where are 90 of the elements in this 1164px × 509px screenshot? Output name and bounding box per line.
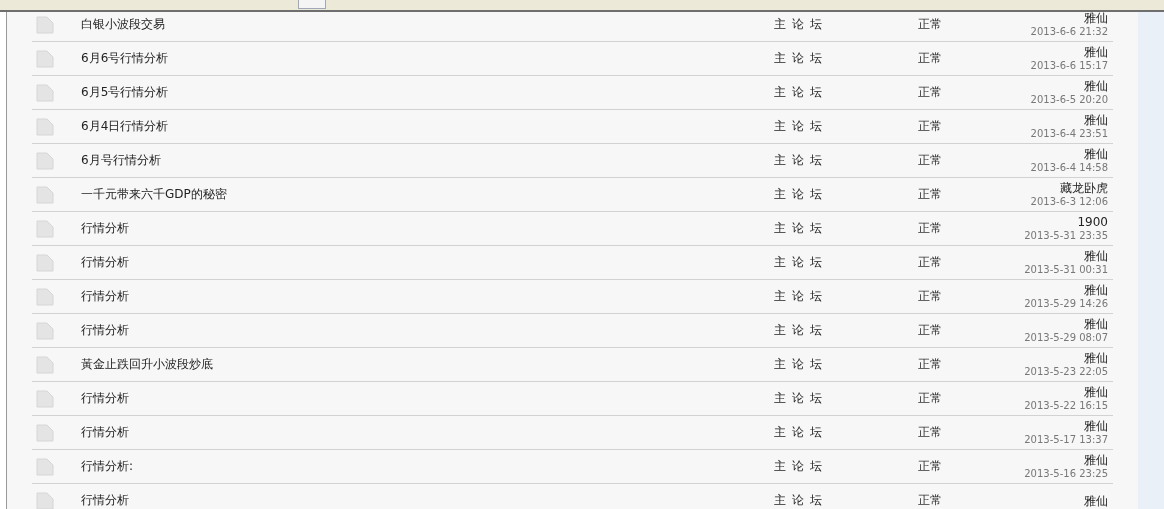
thread-status: 正常 (918, 254, 943, 271)
thread-title-link[interactable]: 行情分析: (81, 458, 774, 475)
document-icon (36, 185, 54, 204)
post-time: 2013-6-5 20:20 (1030, 93, 1108, 106)
author-name: 雅仙 (1084, 249, 1108, 263)
thread-title-link[interactable]: 行情分析 (81, 322, 774, 339)
post-time: 2013-5-17 13:37 (1024, 433, 1108, 446)
thread-status: 正常 (918, 152, 943, 169)
author-name: 1900 (1077, 215, 1108, 229)
document-icon (36, 151, 54, 170)
document-icon (36, 457, 54, 476)
thread-title-link[interactable]: 行情分析 (81, 424, 774, 441)
browser-tab[interactable] (298, 0, 326, 9)
document-icon (36, 253, 54, 272)
forum-name: 主 论 坛 (774, 118, 823, 135)
thread-status: 正常 (918, 186, 943, 203)
thread-status: 正常 (918, 322, 943, 339)
author-name: 藏龙卧虎 (1060, 181, 1108, 195)
document-icon (36, 287, 54, 306)
forum-name: 主 论 坛 (774, 16, 823, 33)
author-name: 雅仙 (1084, 317, 1108, 331)
author-name: 雅仙 (1084, 147, 1108, 161)
author-name: 雅仙 (1084, 453, 1108, 467)
thread-status: 正常 (918, 118, 943, 135)
post-time: 2013-5-16 23:25 (1024, 467, 1108, 480)
post-time: 2013-5-29 14:26 (1024, 297, 1108, 310)
post-time: 2013-6-6 21:32 (1030, 25, 1108, 38)
document-icon (36, 389, 54, 408)
thread-status: 正常 (918, 390, 943, 407)
post-time: 2013-5-22 16:15 (1024, 399, 1108, 412)
document-icon (36, 491, 54, 509)
post-time: 2013-6-4 14:58 (1030, 161, 1108, 174)
document-icon (36, 423, 54, 442)
document-icon (36, 83, 54, 102)
post-time: 2013-5-23 22:05 (1024, 365, 1108, 378)
forum-name: 主 论 坛 (774, 152, 823, 169)
thread-status: 正常 (918, 220, 943, 237)
document-icon (36, 49, 54, 68)
author-name: 雅仙 (1084, 12, 1108, 25)
document-icon (36, 355, 54, 374)
thread-title-link[interactable]: 一千元带来六千GDP的秘密 (81, 186, 774, 203)
forum-name: 主 论 坛 (774, 424, 823, 441)
post-time: 2013-5-29 08:07 (1024, 331, 1108, 344)
author-name: 雅仙 (1084, 493, 1108, 508)
thread-title-link[interactable]: 白银小波段交易 (81, 16, 774, 33)
author-name: 雅仙 (1084, 283, 1108, 297)
document-icon (36, 117, 54, 136)
author-name: 雅仙 (1084, 385, 1108, 399)
forum-name: 主 论 坛 (774, 84, 823, 101)
forum-name: 主 论 坛 (774, 254, 823, 271)
document-icon (36, 219, 54, 238)
thread-title-link[interactable]: 6月6号行情分析 (81, 50, 774, 67)
thread-status: 正常 (918, 84, 943, 101)
forum-name: 主 论 坛 (774, 356, 823, 373)
post-time: 2013-6-6 15:17 (1030, 59, 1108, 72)
document-icon (36, 321, 54, 340)
thread-title-link[interactable]: 6月5号行情分析 (81, 84, 774, 101)
author-name: 雅仙 (1084, 79, 1108, 93)
thread-status: 正常 (918, 288, 943, 305)
author-name: 雅仙 (1084, 351, 1108, 365)
forum-name: 主 论 坛 (774, 186, 823, 203)
post-time: 2013-5-31 23:35 (1024, 229, 1108, 242)
post-time: 2013-6-4 23:51 (1030, 127, 1108, 140)
thread-status: 正常 (918, 424, 943, 441)
thread-status: 正常 (918, 16, 943, 33)
thread-title-link[interactable]: 行情分析 (81, 390, 774, 407)
forum-name: 主 论 坛 (774, 288, 823, 305)
forum-name: 主 论 坛 (774, 458, 823, 475)
forum-name: 主 论 坛 (774, 322, 823, 339)
forum-name: 主 论 坛 (774, 492, 823, 509)
thread-title-link[interactable]: 行情分析 (81, 220, 774, 237)
forum-name: 主 论 坛 (774, 50, 823, 67)
thread-title-link[interactable]: 行情分析 (81, 492, 774, 509)
thread-status: 正常 (918, 356, 943, 373)
thread-title-link[interactable]: 6月4日行情分析 (81, 118, 774, 135)
thread-status: 正常 (918, 492, 943, 509)
post-time: 2013-6-3 12:06 (1030, 195, 1108, 208)
thread-title-link[interactable]: 6月号行情分析 (81, 152, 774, 169)
thread-title-link[interactable]: 行情分析 (81, 288, 774, 305)
thread-status: 正常 (918, 458, 943, 475)
post-time: 2013-5-31 00:31 (1024, 263, 1108, 276)
forum-name: 主 论 坛 (774, 390, 823, 407)
forum-name: 主 论 坛 (774, 220, 823, 237)
thread-status: 正常 (918, 50, 943, 67)
document-icon (36, 15, 54, 34)
thread-title-link[interactable]: 行情分析 (81, 254, 774, 271)
author-name: 雅仙 (1084, 419, 1108, 433)
author-name: 雅仙 (1084, 113, 1108, 127)
thread-title-link[interactable]: 黃金止跌回升小波段炒底 (81, 356, 774, 373)
author-name: 雅仙 (1084, 45, 1108, 59)
